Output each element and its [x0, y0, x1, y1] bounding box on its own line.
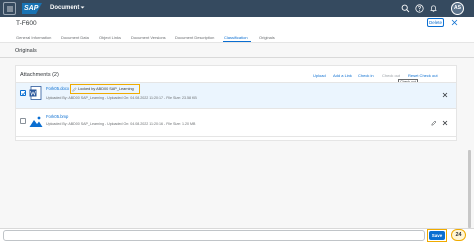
image-file-icon: [29, 116, 43, 127]
tab-object-links[interactable]: Object Links: [99, 34, 121, 41]
step-badge: 24: [451, 229, 466, 241]
check-in-button[interactable]: Check in: [358, 73, 374, 79]
section-title: Originals: [15, 48, 37, 54]
edit-icon: [72, 87, 77, 92]
file-metadata: Uploaded By: ABD00 SAP_Learning - Upload…: [46, 122, 196, 126]
row-checkbox[interactable]: [20, 118, 26, 124]
section-divider: [0, 57, 474, 58]
tab-classification[interactable]: Classification: [224, 34, 248, 41]
delete-button[interactable]: Delete: [427, 18, 444, 27]
sap-logo: SAP: [22, 3, 42, 14]
tab-document-data[interactable]: Document Data: [61, 34, 89, 41]
word-document-icon: [29, 86, 42, 100]
page-title: T-F600: [16, 20, 37, 27]
shell-bar: SAP Document AS: [0, 0, 474, 17]
add-link-button[interactable]: Add a Link: [333, 73, 352, 79]
close-icon[interactable]: [451, 19, 458, 26]
chevron-down-icon[interactable]: [80, 5, 85, 10]
tab-document-description[interactable]: Document Description: [175, 34, 214, 41]
tab-general-information[interactable]: General Information: [16, 34, 51, 41]
active-tab-indicator: [223, 41, 251, 42]
search-icon[interactable]: [401, 4, 410, 13]
back-button[interactable]: [3, 2, 16, 15]
attachments-title: Attachments (2): [20, 72, 59, 78]
menu-icon: [7, 6, 13, 12]
upload-button[interactable]: Upload: [313, 73, 326, 79]
tab-document-versions[interactable]: Document Versions: [131, 34, 166, 41]
checkmark-icon: [21, 91, 26, 96]
help-icon[interactable]: [415, 4, 424, 13]
locked-status: Locked by ABD00 SAP_Learning: [78, 87, 134, 91]
delete-row-icon[interactable]: [442, 120, 448, 126]
file-metadata: Uploaded By: ABD00 SAP_Learning - Upload…: [46, 96, 197, 100]
file-name-link[interactable]: Fork05.docx: [46, 86, 69, 92]
avatar[interactable]: AS: [451, 2, 464, 15]
notification-bell-icon[interactable]: [429, 4, 438, 13]
scrollbar[interactable]: [468, 150, 471, 228]
edit-icon[interactable]: [431, 120, 437, 126]
file-name-link[interactable]: Fork05.bmp: [46, 114, 68, 120]
tab-originals[interactable]: Originals: [259, 34, 275, 41]
save-button[interactable]: Save: [429, 231, 445, 240]
app-title[interactable]: Document: [50, 4, 79, 13]
delete-row-icon[interactable]: [442, 92, 448, 98]
message-field[interactable]: [3, 230, 425, 241]
row-checkbox[interactable]: [20, 90, 26, 96]
